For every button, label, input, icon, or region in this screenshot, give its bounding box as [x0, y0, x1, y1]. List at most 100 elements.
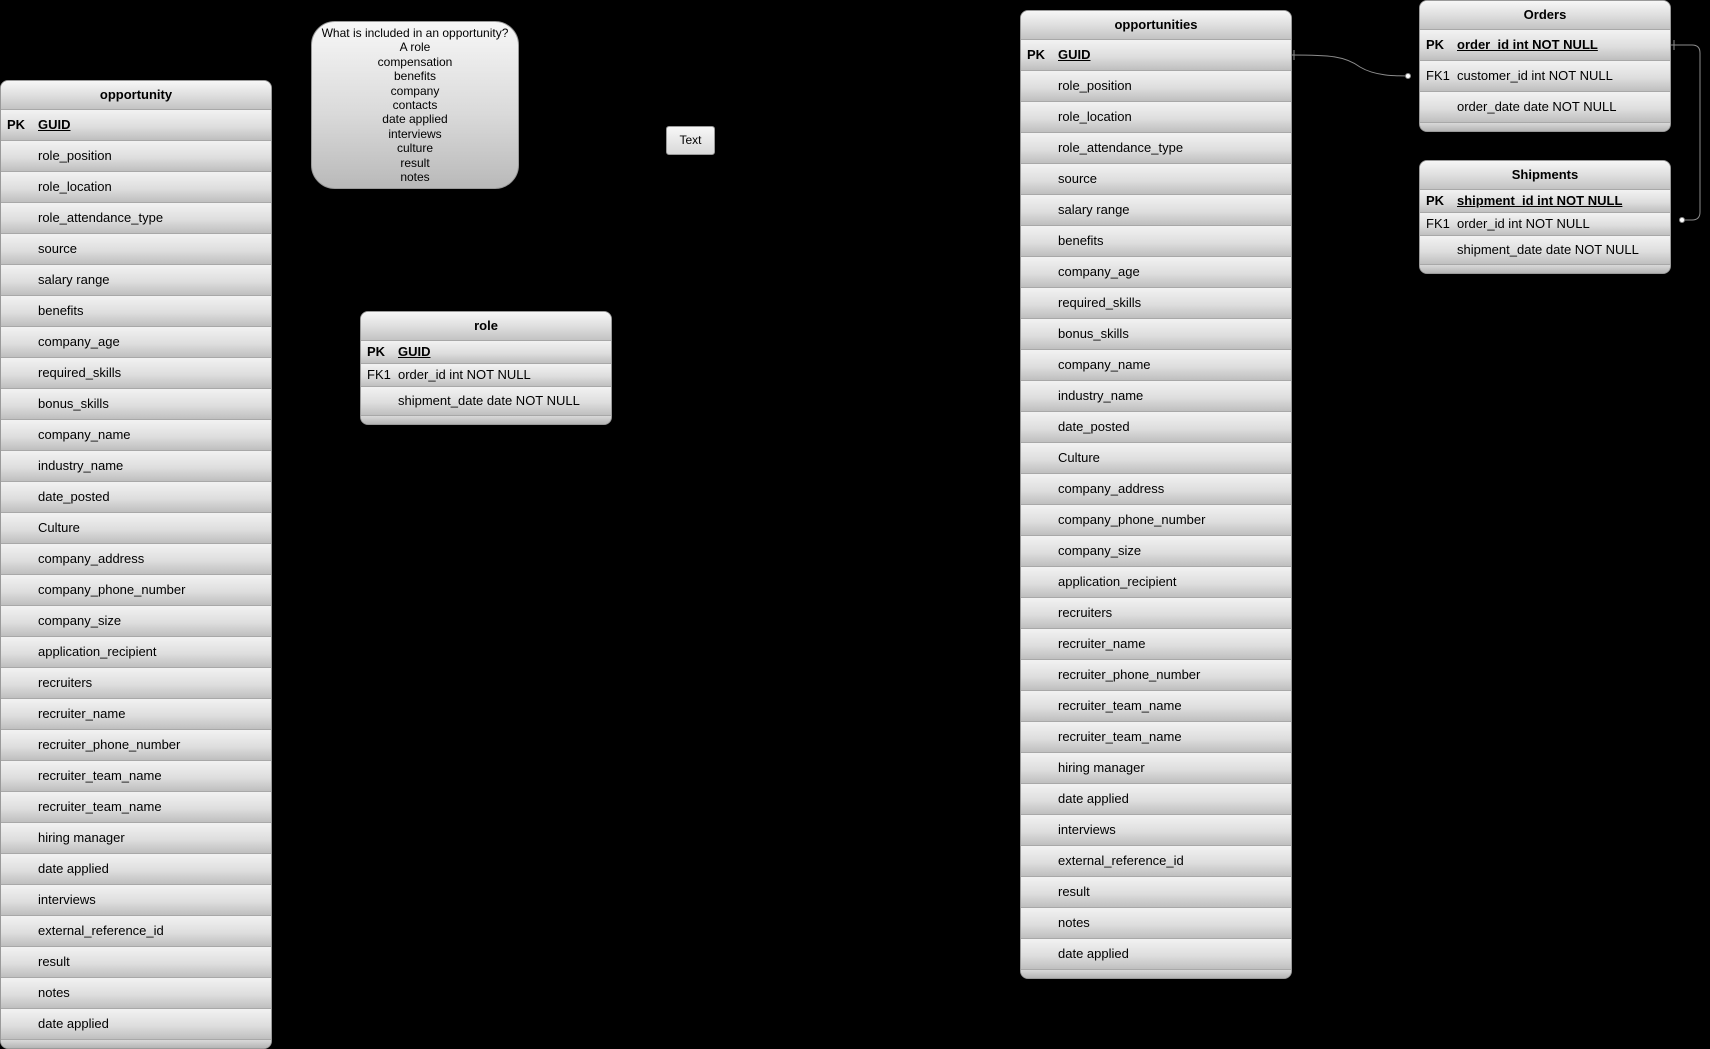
field-name: result — [1058, 884, 1090, 899]
field-name: notes — [1058, 915, 1090, 930]
role-table[interactable]: role PK GUID FK1 order_id int NOT NULL s… — [360, 311, 612, 425]
field-row[interactable]: recruiter_name — [1, 699, 271, 730]
field-row[interactable]: company_size — [1021, 536, 1291, 567]
pk-row[interactable]: PK GUID — [361, 341, 611, 364]
field-row[interactable]: hiring manager — [1, 823, 271, 854]
field-row[interactable]: recruiter_phone_number — [1, 730, 271, 761]
table-title: Orders — [1420, 1, 1670, 30]
opportunities-table[interactable]: opportunities PK GUID role_position role_… — [1020, 10, 1292, 979]
field-row[interactable]: company_age — [1021, 257, 1291, 288]
field-row[interactable]: salary range — [1, 265, 271, 296]
field-row[interactable]: company_size — [1, 606, 271, 637]
field-row[interactable]: company_phone_number — [1, 575, 271, 606]
table-title: opportunities — [1021, 11, 1291, 40]
table-footer — [361, 416, 611, 424]
field-row[interactable]: recruiter_team_name — [1, 761, 271, 792]
field-row[interactable]: result — [1, 947, 271, 978]
field-row[interactable]: bonus_skills — [1021, 319, 1291, 350]
field-row[interactable]: date applied — [1021, 784, 1291, 815]
field-row[interactable]: company_name — [1021, 350, 1291, 381]
field-row[interactable]: recruiters — [1, 668, 271, 699]
orders-table[interactable]: Orders PK order_id int NOT NULL FK1 cust… — [1419, 0, 1671, 132]
field-row[interactable]: company_age — [1, 327, 271, 358]
field-row[interactable]: interviews — [1021, 815, 1291, 846]
field-row[interactable]: Culture — [1021, 443, 1291, 474]
field-name: industry_name — [38, 458, 124, 473]
field-row[interactable]: role_location — [1021, 102, 1291, 133]
field-row[interactable]: required_skills — [1021, 288, 1291, 319]
note-line: compensation — [377, 54, 453, 69]
field-row[interactable]: role_position — [1021, 71, 1291, 102]
field-row[interactable]: application_recipient — [1, 637, 271, 668]
field-row[interactable]: shipment_date date NOT NULL — [1420, 236, 1670, 265]
field-row[interactable]: recruiters — [1021, 598, 1291, 629]
field-row[interactable]: required_skills — [1, 358, 271, 389]
field-row[interactable]: role_attendance_type — [1021, 133, 1291, 164]
field-row[interactable]: external_reference_id — [1021, 846, 1291, 877]
fk-row[interactable]: FK1 order_id int NOT NULL — [361, 364, 611, 387]
field-row[interactable]: industry_name — [1021, 381, 1291, 412]
fk-row[interactable]: FK1 customer_id int NOT NULL — [1420, 61, 1670, 92]
field-row[interactable]: hiring manager — [1021, 753, 1291, 784]
field-row[interactable]: result — [1021, 877, 1291, 908]
field-row[interactable]: company_name — [1, 420, 271, 451]
field-row[interactable]: notes — [1021, 908, 1291, 939]
field-row[interactable]: date applied — [1, 1009, 271, 1040]
field-row[interactable]: company_phone_number — [1021, 505, 1291, 536]
field-row[interactable]: recruiter_team_name — [1, 792, 271, 823]
field-row[interactable]: recruiter_team_name — [1021, 722, 1291, 753]
field-name: role_attendance_type — [1058, 140, 1184, 155]
field-name: industry_name — [1058, 388, 1144, 403]
field-name: result — [38, 954, 70, 969]
field-row[interactable]: date_posted — [1021, 412, 1291, 443]
field-row[interactable]: bonus_skills — [1, 389, 271, 420]
field-row[interactable]: industry_name — [1, 451, 271, 482]
table-footer — [1420, 265, 1670, 273]
field-row[interactable]: recruiter_team_name — [1021, 691, 1291, 722]
field-row[interactable]: role_attendance_type — [1, 203, 271, 234]
field-name: shipment_date date NOT NULL — [398, 393, 580, 408]
field-name: company_address — [38, 551, 145, 566]
field-row[interactable]: benefits — [1, 296, 271, 327]
field-row[interactable]: role_location — [1, 172, 271, 203]
shipments-table[interactable]: Shipments PK shipment_id int NOT NULL FK… — [1419, 160, 1671, 274]
field-row[interactable]: benefits — [1021, 226, 1291, 257]
field-name: order_date date NOT NULL — [1457, 99, 1617, 114]
connector-opportunities-orders[interactable] — [1290, 54, 1410, 77]
opportunity-contents-note[interactable]: What is included in an opportunity? A rol… — [311, 21, 519, 189]
field-name: company_name — [38, 427, 131, 442]
field-name: company_age — [1058, 264, 1140, 279]
field-row[interactable]: date_posted — [1, 482, 271, 513]
field-name: company_address — [1058, 481, 1165, 496]
field-row[interactable]: source — [1, 234, 271, 265]
field-row[interactable]: application_recipient — [1021, 567, 1291, 598]
field-row[interactable]: company_address — [1021, 474, 1291, 505]
connector-orders-shipments[interactable] — [1670, 44, 1701, 221]
field-name: required_skills — [1058, 295, 1142, 310]
pk-label: PK — [1426, 37, 1445, 52]
field-row[interactable]: date applied — [1, 854, 271, 885]
field-row[interactable]: source — [1021, 164, 1291, 195]
field-name: company_size — [1058, 543, 1142, 558]
opportunity-table[interactable]: opportunity PK GUID role_position role_lo… — [0, 80, 272, 1049]
field-row[interactable]: notes — [1, 978, 271, 1009]
field-row[interactable]: date applied — [1021, 939, 1291, 970]
pk-row[interactable]: PK order_id int NOT NULL — [1420, 30, 1670, 61]
fk-label: FK1 — [1426, 68, 1450, 83]
field-row[interactable]: external_reference_id — [1, 916, 271, 947]
pk-row[interactable]: PK GUID — [1021, 40, 1291, 71]
field-row[interactable]: interviews — [1, 885, 271, 916]
field-row[interactable]: company_address — [1, 544, 271, 575]
pk-row[interactable]: PK GUID — [1, 110, 271, 141]
fk-row[interactable]: FK1 order_id int NOT NULL — [1420, 213, 1670, 236]
field-row[interactable]: recruiter_name — [1021, 629, 1291, 660]
text-box[interactable]: Text — [666, 126, 715, 155]
field-row[interactable]: role_position — [1, 141, 271, 172]
field-row[interactable]: salary range — [1021, 195, 1291, 226]
field-row[interactable]: order_date date NOT NULL — [1420, 92, 1670, 123]
field-name: role_attendance_type — [38, 210, 164, 225]
field-row[interactable]: recruiter_phone_number — [1021, 660, 1291, 691]
field-row[interactable]: Culture — [1, 513, 271, 544]
field-row[interactable]: shipment_date date NOT NULL — [361, 387, 611, 416]
pk-row[interactable]: PK shipment_id int NOT NULL — [1420, 190, 1670, 213]
